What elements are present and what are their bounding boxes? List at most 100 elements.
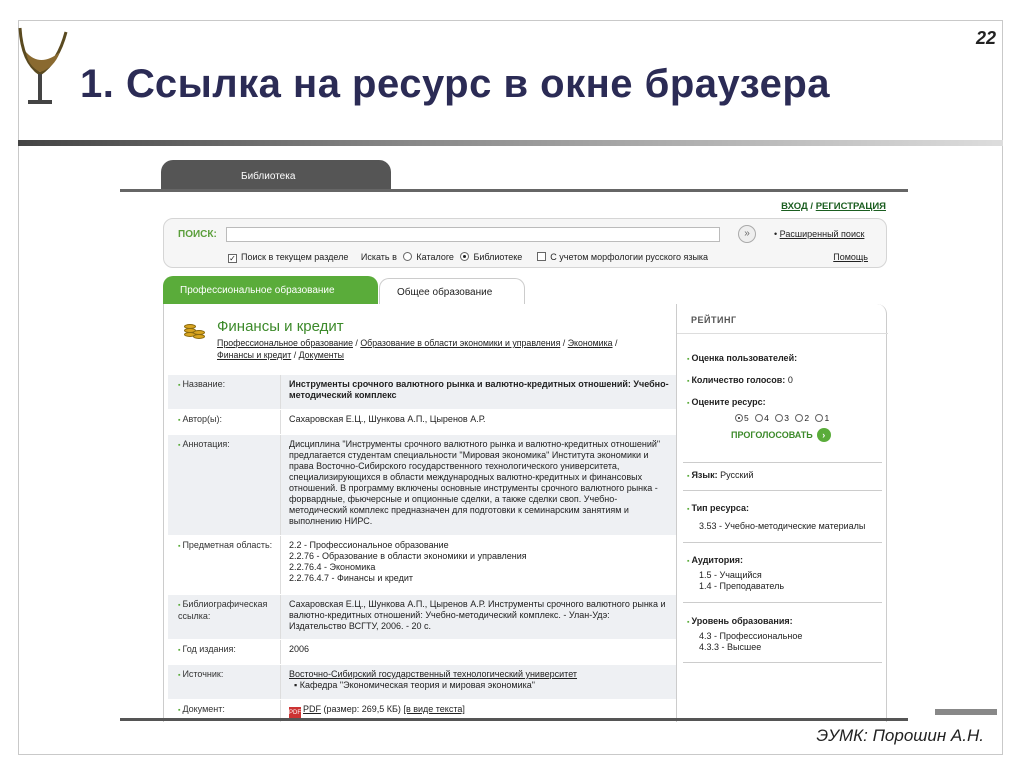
type-value: 3.53 - Учебно-методические материалы — [699, 521, 866, 531]
search-options: ✓ Поиск в текущем разделе Искать в Катало… — [228, 252, 708, 263]
audience-item: 1.4 - Преподаватель — [699, 581, 785, 591]
field-value: 2.2 - Профессиональное образование 2.2.7… — [280, 536, 677, 594]
rating-radio[interactable] — [815, 414, 824, 422]
level-item: 4.3 - Профессиональное — [699, 631, 803, 641]
level-item: 4.3.3 - Высшее — [699, 642, 762, 652]
table-row: Библиографическая ссылка:Сахаровская Е.Ц… — [168, 594, 677, 639]
morph-checkbox[interactable] — [537, 252, 547, 261]
advanced-search-label: Расширенный поиск — [779, 229, 865, 239]
table-row: Аннотация:Дисциплина "Инструменты срочно… — [168, 434, 677, 535]
search-label: ПОИСК: — [178, 229, 217, 240]
page-title: Финансы и кредит — [217, 318, 344, 335]
rating-radio[interactable] — [735, 414, 743, 422]
table-row: Автор(ы):Сахаровская Е.Ц., Шункова А.П.,… — [168, 409, 677, 434]
search-input[interactable] — [226, 227, 720, 242]
tab-general[interactable]: Общее образование — [379, 278, 525, 304]
login-link[interactable]: ВХОД — [781, 201, 808, 212]
search-in-label: Искать в — [360, 252, 397, 262]
table-row: Название:Инструменты срочного валютного … — [168, 374, 677, 409]
field-label: Название: — [168, 375, 280, 409]
rating-radio[interactable] — [755, 414, 764, 422]
register-link[interactable]: РЕГИСТРАЦИЯ — [816, 201, 886, 212]
top-divider — [120, 189, 908, 192]
title-divider — [18, 140, 1003, 146]
type-label: Тип ресурса: — [687, 502, 878, 516]
source-link[interactable]: Восточно-Сибирский государственный техно… — [289, 669, 577, 679]
rating-value: 2 — [804, 413, 810, 423]
divider — [683, 602, 882, 603]
arrow-right-icon: › — [816, 428, 831, 442]
votes-count: 0 — [787, 375, 793, 385]
tab-library[interactable]: Библиотека — [161, 160, 391, 190]
breadcrumb-item[interactable]: Документы — [299, 350, 344, 360]
field-value: 2006 — [280, 640, 677, 664]
library-radio[interactable] — [460, 252, 470, 261]
auth-separator: / — [807, 201, 816, 212]
field-label: Аннотация: — [168, 435, 280, 535]
divider — [683, 462, 882, 463]
audience-block: Аудитория: 1.5 - Учащийся 1.4 - Преподав… — [677, 554, 888, 592]
pdf-link[interactable]: PDF — [303, 704, 321, 714]
section-checkbox[interactable]: ✓ — [228, 254, 237, 263]
table-row: Источник: Восточно-Сибирский государствен… — [168, 664, 677, 699]
search-go-icon[interactable]: » — [738, 225, 756, 243]
divider — [683, 662, 882, 663]
field-label: Год издания: — [168, 640, 280, 664]
votes-label: Количество голосов: — [687, 375, 785, 385]
field-value: Сахаровская Е.Ц., Шункова А.П., Цыренов … — [280, 410, 677, 434]
star-rating: 5 4 3 2 1 — [731, 412, 878, 424]
audience-label: Аудитория: — [687, 554, 878, 568]
slide-footer: ЭУМК: Порошин А.Н. — [816, 726, 984, 745]
rating-value: 1 — [824, 413, 830, 423]
field-label: Автор(ы): — [168, 410, 280, 434]
browser-screenshot: Библиотека ВХОД / РЕГИСТРАЦИЯ ПОИСК: » •… — [120, 160, 908, 722]
field-value: Сахаровская Е.Ц., Шункова А.П., Цыренов … — [280, 595, 677, 639]
rating-block: Оценка пользователей: Количество голосов… — [677, 352, 888, 442]
field-value: Дисциплина "Инструменты срочного валютно… — [280, 435, 677, 535]
rating-value: 5 — [744, 413, 749, 423]
breadcrumb-item[interactable]: Финансы и кредит — [217, 350, 291, 360]
rating-radio[interactable] — [795, 414, 804, 422]
file-size: (размер: 269,5 КБ) — [323, 704, 401, 714]
divider — [683, 542, 882, 543]
breadcrumb-item[interactable]: Образование в области экономики и управл… — [360, 338, 560, 348]
audience-item: 1.5 - Учащийся — [699, 570, 762, 580]
tab-professional[interactable]: Профессиональное образование — [163, 276, 378, 304]
wine-glass-logo — [18, 27, 68, 104]
auth-links: ВХОД / РЕГИСТРАЦИЯ — [781, 201, 886, 212]
rating-value: 4 — [764, 413, 769, 423]
field-label: Библиографическая ссылка: — [168, 595, 280, 639]
help-link[interactable]: Помощь — [833, 252, 868, 262]
language-value: Русский — [720, 470, 754, 480]
table-row: Предметная область:2.2 - Профессионально… — [168, 535, 677, 594]
field-label: Предметная область: — [168, 536, 280, 594]
details-table: Название:Инструменты срочного валютного … — [168, 374, 677, 722]
users-rating-label: Оценка пользователей: — [687, 352, 878, 366]
bottom-divider — [120, 718, 908, 721]
breadcrumb-item[interactable]: Профессиональное образование — [217, 338, 353, 348]
level-label: Уровень образования: — [687, 615, 878, 629]
rating-radio[interactable] — [775, 414, 784, 422]
advanced-search-link[interactable]: • Расширенный поиск — [774, 229, 864, 239]
footer-bar — [935, 709, 997, 715]
slide: 22 1. Ссылка на ресурс в окне браузера Б… — [0, 0, 1024, 767]
slide-title: 1. Ссылка на ресурс в окне браузера — [80, 62, 831, 106]
text-view-link[interactable]: [в виде текста] — [403, 704, 464, 714]
rating-header: РЕЙТИНГ — [677, 304, 888, 334]
source-department: Кафедра "Экономическая теория и мировая … — [299, 680, 535, 690]
rate-label: Оцените ресурс: — [687, 396, 878, 410]
rating-value: 3 — [784, 413, 789, 423]
divider — [683, 490, 882, 491]
morph-label: С учетом морфологии русского языка — [550, 252, 709, 262]
language-label: Язык: — [687, 470, 718, 480]
rating-sidebar: РЕЙТИНГ Оценка пользователей: Количество… — [676, 304, 888, 722]
level-block: Уровень образования: 4.3 - Профессиональ… — [677, 615, 888, 653]
library-label: Библиотеке — [473, 252, 523, 262]
language-block: Язык: Русский — [677, 469, 888, 483]
field-value: Инструменты срочного валютного рынка и в… — [280, 375, 677, 409]
section-checkbox-label: Поиск в текущем разделе — [241, 252, 349, 262]
catalog-radio[interactable] — [403, 252, 413, 261]
vote-button[interactable]: ПРОГОЛОСОВАТЬ › — [731, 428, 878, 442]
field-value: Восточно-Сибирский государственный техно… — [280, 665, 677, 699]
breadcrumb-item[interactable]: Экономика — [568, 338, 613, 348]
